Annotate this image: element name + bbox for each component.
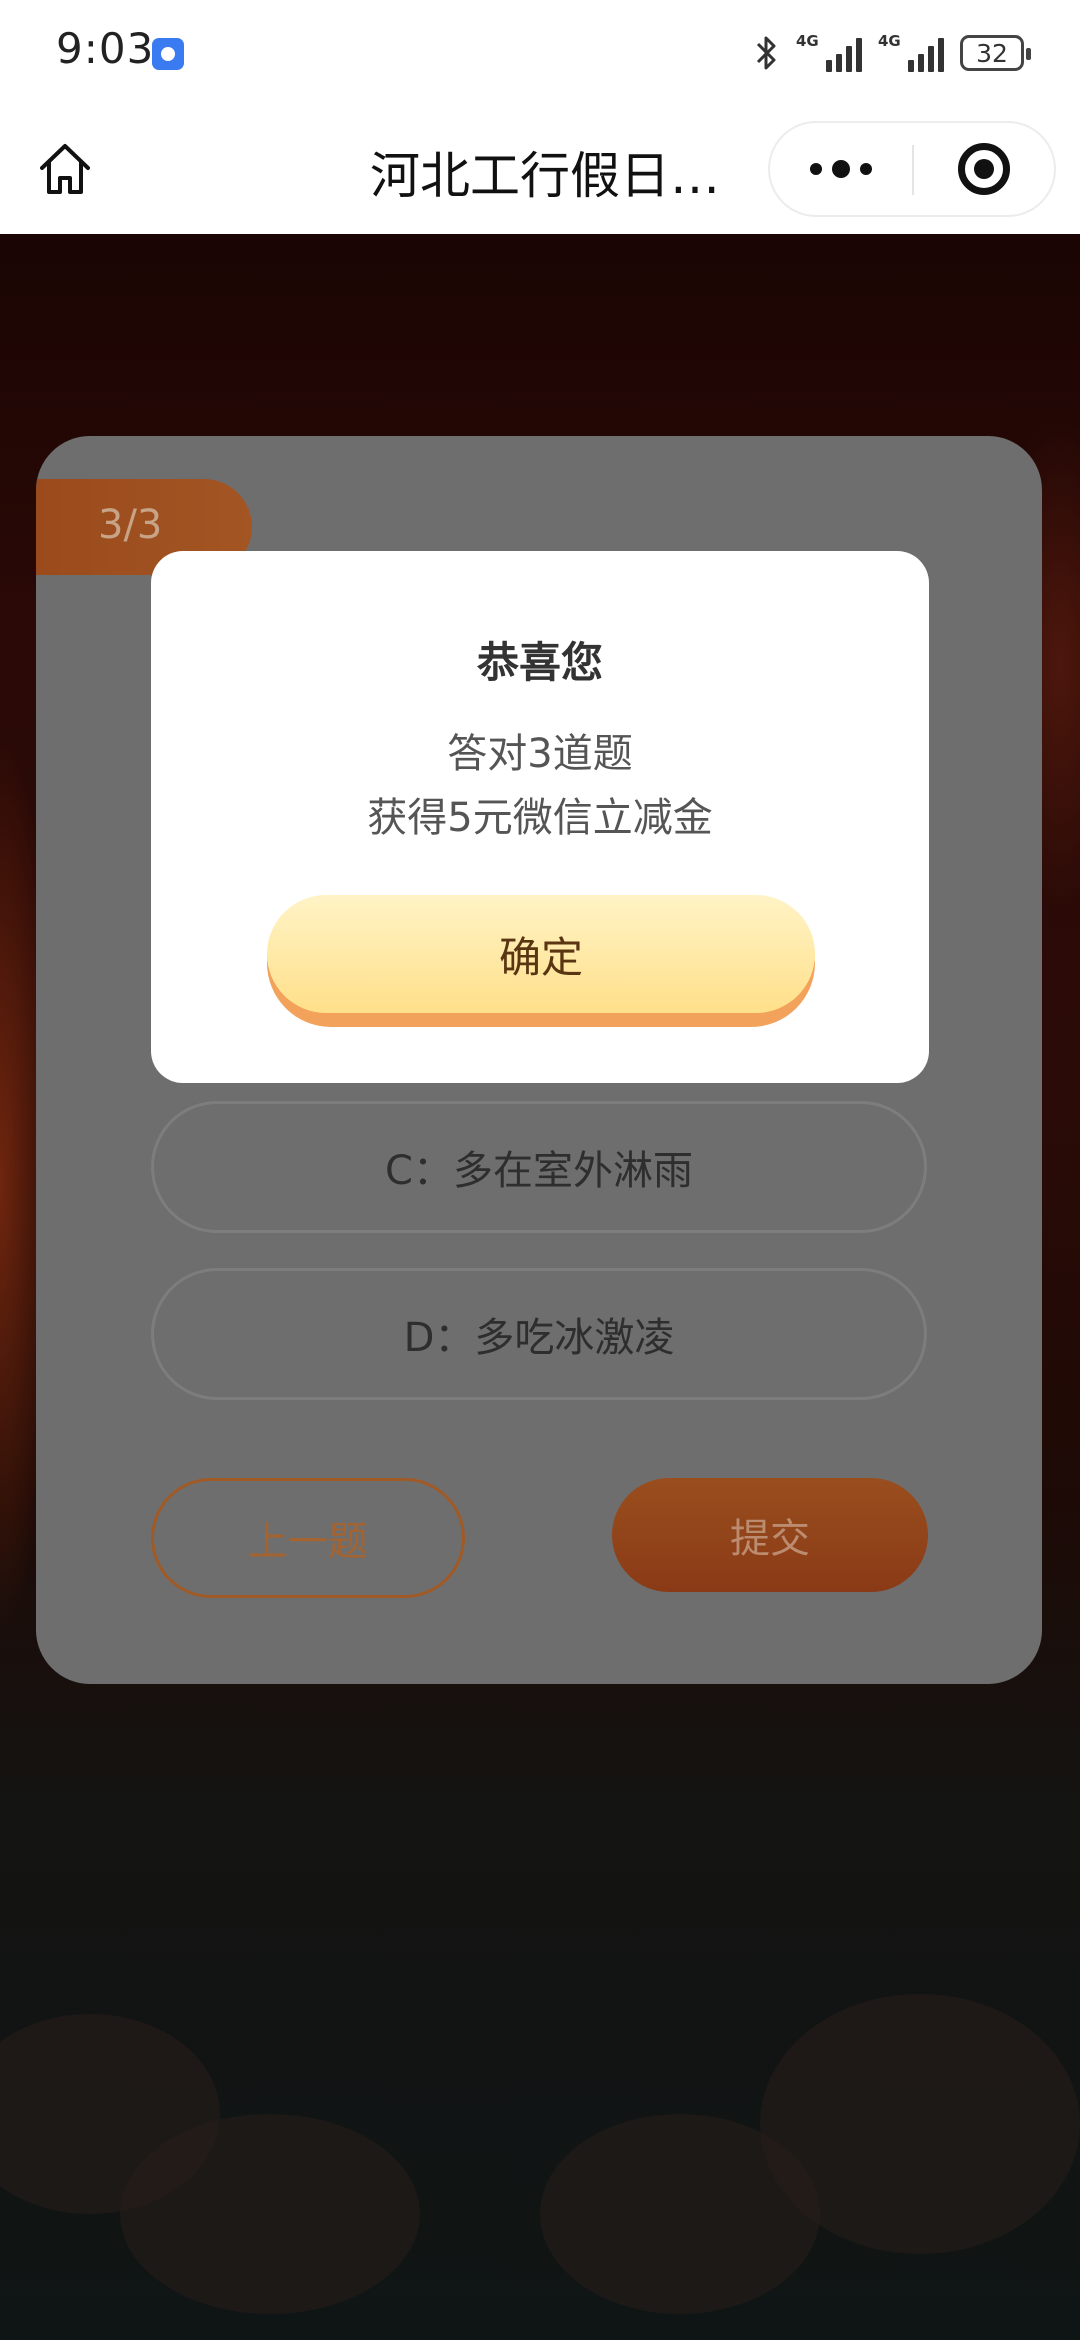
home-icon[interactable] — [34, 138, 96, 200]
capsule-divider — [912, 145, 914, 195]
page-title: 河北工行假日… — [370, 147, 720, 205]
network-type-label: 4G — [878, 32, 901, 50]
battery-icon: 32 — [960, 35, 1031, 71]
signal-icon: 4G — [796, 34, 862, 72]
confirm-button[interactable]: 确定 — [267, 895, 815, 1013]
option-c[interactable]: C：多在室外淋雨 — [151, 1101, 927, 1233]
previous-question-button[interactable]: 上一题 — [151, 1478, 465, 1598]
network-type-label: 4G — [796, 32, 819, 50]
submit-button[interactable]: 提交 — [612, 1478, 928, 1592]
status-time: 9:03 — [56, 24, 155, 73]
app-notification-icon — [152, 38, 184, 70]
dialog-reward-text: 获得5元微信立减金 — [367, 795, 713, 841]
cloud-decoration — [540, 2114, 820, 2314]
cloud-decoration — [120, 2114, 420, 2314]
battery-level: 32 — [976, 38, 1008, 68]
close-icon[interactable] — [958, 143, 1010, 195]
option-d[interactable]: D：多吃冰激凌 — [151, 1268, 927, 1400]
dialog-result-text: 答对3道题 — [447, 731, 633, 777]
bluetooth-icon — [756, 36, 776, 70]
status-bar: 9:03 4G 4G 32 — [0, 0, 1080, 108]
congratulations-dialog: 恭喜您 答对3道题 获得5元微信立减金 确定 — [151, 551, 929, 1083]
capsule-menu — [768, 121, 1056, 217]
more-icon[interactable] — [770, 123, 912, 215]
signal-icon: 4G — [878, 34, 944, 72]
navigation-bar: 河北工行假日… — [0, 108, 1080, 234]
status-icons: 4G 4G 32 — [754, 28, 1031, 78]
dialog-title: 恭喜您 — [476, 638, 603, 687]
progress-indicator: 3/3 — [98, 502, 163, 548]
